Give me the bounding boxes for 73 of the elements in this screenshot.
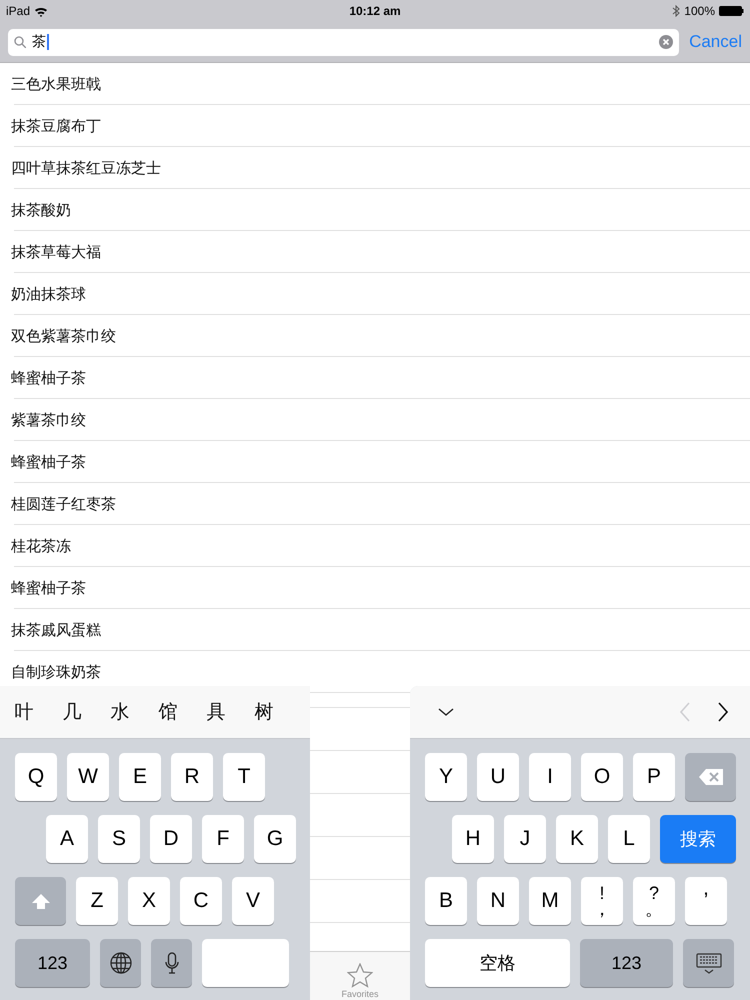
key[interactable]: X xyxy=(128,877,170,925)
result-item[interactable]: 桂花茶冻 xyxy=(11,536,71,556)
key[interactable]: Z xyxy=(76,877,118,925)
key[interactable]: D xyxy=(150,815,192,863)
key[interactable]: V xyxy=(232,877,274,925)
star-icon xyxy=(346,963,373,988)
candidate-character[interactable]: 具 xyxy=(192,699,240,725)
globe-icon xyxy=(110,952,132,974)
key[interactable]: S xyxy=(98,815,140,863)
candidate-character[interactable]: 馆 xyxy=(144,699,192,725)
key[interactable]: L xyxy=(608,815,650,863)
key[interactable]: K xyxy=(556,815,598,863)
search-field[interactable]: 茶 xyxy=(8,28,680,56)
key[interactable]: ’ xyxy=(685,877,727,925)
candidate-character[interactable]: 树 xyxy=(240,699,288,725)
wifi-icon xyxy=(34,6,48,16)
microphone-icon xyxy=(164,952,178,974)
candidate-character[interactable]: 几 xyxy=(48,699,96,725)
clock-time: 10:12 am xyxy=(349,4,401,18)
candidate-character[interactable]: 水 xyxy=(96,699,144,725)
search-key[interactable]: 搜索 xyxy=(660,815,736,863)
key[interactable]: F xyxy=(202,815,244,863)
numbers-key[interactable]: 123 xyxy=(580,939,673,987)
device-name: iPad xyxy=(6,4,30,18)
key[interactable]: Y xyxy=(425,753,467,801)
key[interactable]: Q xyxy=(15,753,57,801)
key[interactable]: ! ， xyxy=(581,877,623,925)
key[interactable]: A xyxy=(46,815,88,863)
battery-icon xyxy=(719,6,744,16)
clear-icon xyxy=(659,35,674,49)
keyboard-hide-icon xyxy=(696,952,722,974)
result-item[interactable]: 自制珍珠奶茶 xyxy=(11,662,101,682)
result-item[interactable]: 抹茶酸奶 xyxy=(11,200,71,220)
result-item[interactable]: 三色水果班戟 xyxy=(11,74,101,94)
key[interactable]: R xyxy=(171,753,213,801)
key[interactable]: B xyxy=(425,877,467,925)
key[interactable]: U xyxy=(477,753,519,801)
result-item[interactable]: 抹茶戚风蛋糕 xyxy=(11,620,101,640)
result-item[interactable]: 抹茶豆腐布丁 xyxy=(11,116,101,136)
backspace-icon xyxy=(698,768,724,786)
search-icon xyxy=(14,36,26,48)
result-item[interactable]: 蜂蜜柚子茶 xyxy=(11,368,86,388)
key[interactable]: C xyxy=(180,877,222,925)
key[interactable]: M xyxy=(529,877,571,925)
result-item[interactable]: 桂圆莲子红枣茶 xyxy=(11,494,116,514)
key[interactable]: ? 。 xyxy=(633,877,675,925)
bluetooth-icon xyxy=(672,5,680,17)
key[interactable]: T xyxy=(223,753,265,801)
key[interactable]: E xyxy=(119,753,161,801)
result-item[interactable]: 奶油抹茶球 xyxy=(11,284,86,304)
battery-percent: 100% xyxy=(684,4,715,18)
chevron-down-icon xyxy=(438,708,454,716)
candidate-character[interactable]: 叶 xyxy=(0,699,48,725)
result-item[interactable]: 蜂蜜柚子茶 xyxy=(11,578,86,598)
key[interactable]: W xyxy=(67,753,109,801)
dismiss-keyboard-key[interactable] xyxy=(683,939,734,987)
dictation-key[interactable] xyxy=(151,939,192,987)
numbers-key[interactable]: 123 xyxy=(15,939,90,987)
key[interactable]: P xyxy=(633,753,675,801)
key[interactable]: I xyxy=(529,753,571,801)
key[interactable]: H xyxy=(452,815,494,863)
key[interactable]: N xyxy=(477,877,519,925)
result-item[interactable]: 抹茶草莓大福 xyxy=(11,242,101,262)
key[interactable]: J xyxy=(504,815,546,863)
result-item[interactable]: 紫薯茶巾绞 xyxy=(11,410,86,430)
result-item[interactable]: 四叶草抹茶红豆冻芝士 xyxy=(11,158,161,178)
result-item[interactable]: 蜂蜜柚子茶 xyxy=(11,452,86,472)
key[interactable]: G xyxy=(254,815,296,863)
result-item[interactable]: 双色紫薯茶巾绞 xyxy=(11,326,116,346)
key[interactable]: O xyxy=(581,753,623,801)
shift-icon xyxy=(30,892,50,910)
space-key[interactable]: 空格 xyxy=(425,939,570,987)
globe-key[interactable] xyxy=(100,939,141,987)
